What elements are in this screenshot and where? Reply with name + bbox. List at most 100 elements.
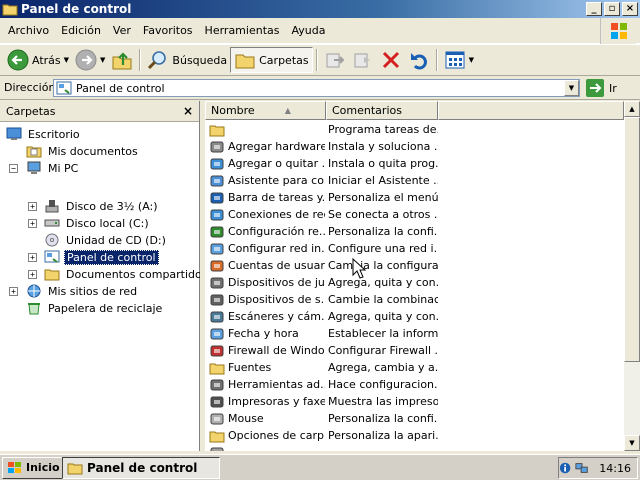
forward-button[interactable]: ▼ — [72, 47, 108, 73]
menu-archivo[interactable]: Archivo — [0, 21, 55, 41]
chevron-down-icon[interactable]: ▼ — [100, 56, 105, 64]
toolbar-separator — [315, 49, 318, 71]
list-item[interactable]: Opciones de carp... Personaliza la apari.… — [205, 427, 624, 444]
recycle-bin-icon — [28, 303, 40, 315]
clock[interactable]: 14:16 — [599, 462, 631, 475]
back-arrow-icon — [7, 49, 29, 71]
list-item-name-cell: Herramientas ad... — [205, 378, 325, 392]
scroll-up-button[interactable]: ▲ — [624, 101, 640, 117]
list-item[interactable]: Programa tareas de... — [205, 121, 624, 138]
menu-ayuda[interactable]: Ayuda — [285, 21, 331, 41]
menu-favoritos[interactable]: Favoritos — [137, 21, 199, 41]
list-item[interactable]: Herramientas ad... Hace configuracion... — [205, 376, 624, 393]
list-item[interactable]: Cuentas de usuario Cambia la configura... — [205, 257, 624, 274]
up-folder-button[interactable] — [108, 47, 136, 73]
folder-icon — [44, 269, 60, 281]
network-status-icon[interactable] — [575, 461, 589, 475]
folder-icon — [67, 463, 83, 475]
list-item[interactable]: Mouse Personaliza la confi... — [205, 410, 624, 427]
list-item[interactable]: Asistente para co... Iniciar el Asistente… — [205, 172, 624, 189]
list-item[interactable]: Agregar o quitar ... Instala o quita prog… — [205, 155, 624, 172]
menu-ver[interactable]: Ver — [107, 21, 137, 41]
list-item[interactable]: Configurar red in... Configure una red i.… — [205, 240, 624, 257]
control-panel-icon — [56, 81, 72, 95]
scroll-thumb[interactable] — [624, 117, 640, 362]
floppy-icon — [45, 200, 59, 213]
tree-item-escritorio[interactable]: Escritorio — [6, 126, 82, 142]
tree-item-mis-documentos[interactable]: Mis documentos — [26, 143, 140, 159]
wireless-icon — [210, 243, 224, 254]
undo-button[interactable] — [405, 47, 433, 73]
search-button[interactable]: Búsqueda — [144, 47, 230, 73]
back-button[interactable]: Atrás ▼ — [4, 47, 72, 73]
list-item[interactable]: Fuentes Agrega, cambia y a... — [205, 359, 624, 376]
scroll-down-button[interactable]: ▼ — [624, 435, 640, 451]
list-item[interactable]: Dispositivos de ju... Agrega, quita y con… — [205, 274, 624, 291]
expand-icon[interactable]: + — [28, 219, 37, 228]
close-button[interactable]: × — [622, 2, 638, 16]
tree-item-control-panel[interactable]: Panel de control — [44, 249, 159, 265]
expand-icon[interactable]: + — [28, 270, 37, 279]
list-item[interactable]: Agregar hardware Instala y soluciona ... — [205, 138, 624, 155]
forward-arrow-icon — [75, 49, 97, 71]
menu-herramientas[interactable]: Herramientas — [199, 21, 286, 41]
move-to-button[interactable] — [321, 47, 349, 73]
minimize-button[interactable]: _ — [586, 2, 602, 16]
delete-button[interactable] — [377, 47, 405, 73]
column-header-name[interactable]: Nombre ▲ — [205, 101, 326, 120]
tree-item-label: Mis sitios de red — [48, 284, 138, 298]
tree-item-cd-drive[interactable]: Unidad de CD (D:) — [44, 232, 168, 248]
address-dropdown-button[interactable]: ▼ — [564, 80, 579, 96]
copy-to-button[interactable] — [349, 47, 377, 73]
network-connections-icon — [210, 209, 224, 220]
tree-item-floppy[interactable]: Disco de 3½ (A:) — [44, 198, 160, 214]
list-item-name: Configurar red in... — [228, 242, 325, 255]
tree-item-network[interactable]: Mis sitios de red — [26, 283, 139, 299]
list-item[interactable]: Impresoras y faxes Muestra las impreso... — [205, 393, 624, 410]
list-item-comment: Configure una red i... — [328, 242, 438, 255]
column-header-empty — [438, 101, 624, 120]
tree-item-label: Disco de 3½ (A:) — [66, 199, 158, 213]
collapse-icon[interactable]: − — [9, 164, 18, 173]
maximize-button[interactable]: ▫ — [604, 2, 620, 16]
menu-edicion[interactable]: Edición — [55, 21, 107, 41]
expand-icon[interactable]: + — [28, 253, 37, 262]
list-item[interactable]: Escáneres y cám... Agrega, quita y con... — [205, 308, 624, 325]
column-header-comments[interactable]: Comentarios — [326, 101, 438, 120]
folders-button[interactable]: Carpetas — [230, 47, 313, 73]
list-item-name: Escáneres y cám... — [228, 310, 325, 323]
start-button[interactable]: Inicio — [2, 456, 65, 479]
taskbar-window-button[interactable]: Panel de control — [62, 457, 220, 479]
tree-item-recycle-bin[interactable]: Papelera de reciclaje — [26, 300, 164, 316]
start-label: Inicio — [26, 461, 60, 474]
list-item[interactable]: Dispositivos de s...Cambie la combinaci.… — [205, 291, 624, 308]
list-item-comment: Programa tareas de... — [328, 123, 438, 136]
list-item[interactable]: Fecha y hora Establecer la inform... — [205, 325, 624, 342]
go-button[interactable]: Ir — [586, 79, 617, 97]
list-item[interactable]: Configuración re... Personaliza la confi.… — [205, 223, 624, 240]
info-icon[interactable] — [559, 461, 571, 475]
chevron-down-icon[interactable]: ▼ — [64, 56, 69, 64]
address-bar: Dirección Panel de control ▼ Ir — [0, 76, 640, 100]
tree-item-local-disk[interactable]: Disco local (C:) — [44, 215, 151, 231]
address-field[interactable]: Panel de control ▼ — [53, 79, 580, 97]
title-bar[interactable]: Panel de control _ ▫ × — [0, 0, 640, 18]
list-item-comment: Establecer la inform... — [328, 327, 438, 340]
close-icon[interactable]: × — [183, 104, 193, 118]
list-item[interactable] — [205, 444, 624, 451]
chevron-down-icon[interactable]: ▼ — [469, 56, 474, 64]
list-item[interactable]: Barra de tareas y... Personaliza el menú.… — [205, 189, 624, 206]
tree-item-shared-documents[interactable]: Documentos compartidos — [44, 266, 210, 282]
views-button[interactable]: ▼ — [441, 47, 477, 73]
tree-item-label: Mi PC — [48, 161, 79, 175]
tree-item-label: Papelera de reciclaje — [48, 301, 163, 315]
list-item[interactable]: Firewall de Windo... Configurar Firewall … — [205, 342, 624, 359]
tree-item-mi-pc[interactable]: Mi PC — [26, 160, 80, 176]
tree-item-label: Disco local (C:) — [66, 216, 149, 230]
expand-icon[interactable]: + — [9, 287, 18, 296]
expand-icon[interactable]: + — [28, 202, 37, 211]
vertical-scrollbar[interactable]: ▲ ▼ — [624, 101, 640, 451]
address-value: Panel de control — [76, 81, 165, 95]
list-item[interactable]: Conexiones de red Se conecta a otros ... — [205, 206, 624, 223]
wizard-icon — [210, 175, 224, 186]
